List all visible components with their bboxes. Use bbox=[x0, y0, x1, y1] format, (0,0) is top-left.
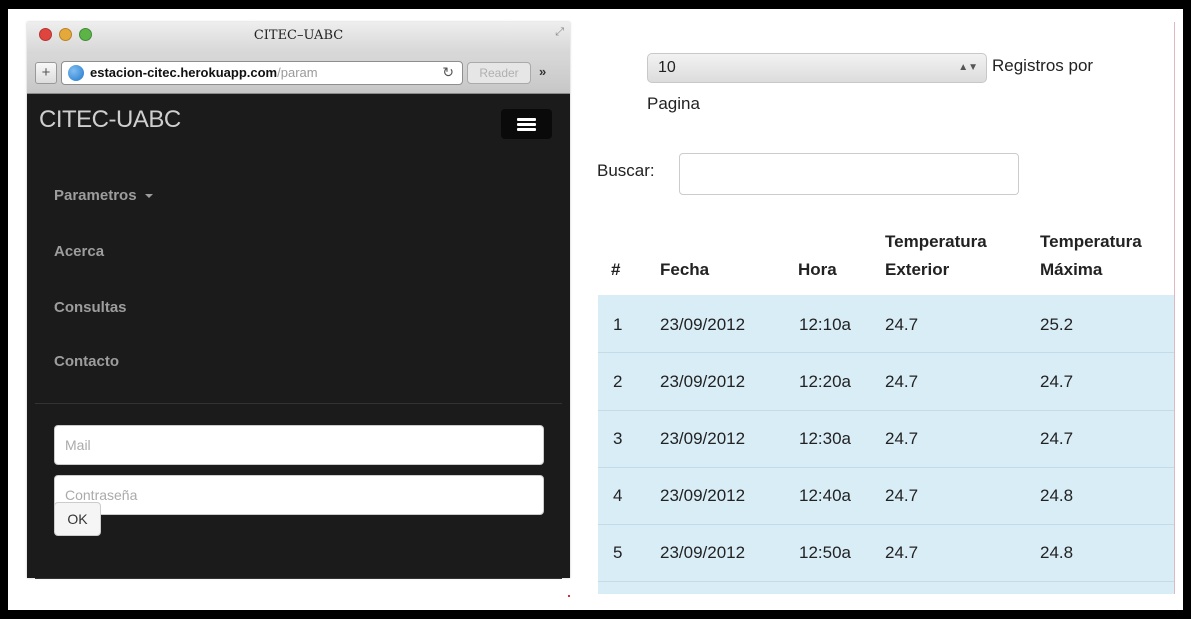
header-line: Exterior bbox=[885, 260, 950, 279]
nav-item-acerca[interactable]: Acerca bbox=[54, 243, 104, 260]
cell-temp-exterior: 24.7 bbox=[885, 543, 919, 562]
browser-toolbar: + estacion-citec.herokuapp.com/param ↻ R… bbox=[27, 54, 570, 94]
cell-temp-maxima: 24.8 bbox=[1040, 486, 1074, 505]
cell-hora: 12:10a bbox=[799, 315, 851, 334]
cell-hora: 12:50a bbox=[799, 543, 851, 562]
cell-fecha: 23/09/2012 bbox=[660, 429, 746, 448]
page-edge-line bbox=[1174, 22, 1175, 594]
updown-arrows-icon: ▲▼ bbox=[958, 62, 978, 73]
cell-temp-exterior: 24.7 bbox=[885, 372, 919, 391]
browser-window: CITEC–UABC ⤢ + estacion-citec.herokuapp.… bbox=[27, 22, 570, 579]
page-size-select[interactable]: 10 ▲▼ bbox=[647, 53, 987, 83]
cell-temp-maxima: 24.7 bbox=[1040, 372, 1074, 391]
cell-number: 5 bbox=[613, 543, 623, 562]
url-text: estacion-citec.herokuapp.com/param bbox=[90, 65, 318, 80]
cell-temp-exterior: 24.7 bbox=[885, 315, 919, 334]
add-bookmark-button[interactable]: + bbox=[35, 62, 57, 84]
nav-item-label: Parametros bbox=[54, 187, 137, 204]
search-input[interactable] bbox=[679, 153, 1019, 195]
cell-hora: 12:40a bbox=[799, 486, 851, 505]
column-header-hora[interactable]: Hora bbox=[798, 256, 837, 284]
cell-number: 2 bbox=[613, 372, 623, 391]
cell-number: 4 bbox=[613, 486, 623, 505]
row-divider bbox=[598, 467, 1174, 468]
site-navbar: CITEC-UABC Parametros Acerca Consultas C… bbox=[27, 94, 570, 579]
column-header-number[interactable]: # bbox=[611, 256, 620, 284]
cell-temp-exterior: 24.7 bbox=[885, 429, 919, 448]
title-bar: CITEC–UABC ⤢ bbox=[27, 22, 570, 54]
cell-fecha: 23/09/2012 bbox=[660, 543, 746, 562]
column-header-temp-exterior[interactable]: Temperatura Exterior bbox=[885, 228, 987, 284]
url-path: /param bbox=[277, 65, 318, 80]
cell-fecha: 23/09/2012 bbox=[660, 315, 746, 334]
cell-number: 1 bbox=[613, 315, 623, 334]
cell-temp-maxima: 24.8 bbox=[1040, 543, 1074, 562]
column-header-temp-maxima[interactable]: Temperatura Máxima bbox=[1040, 228, 1142, 284]
form-divider bbox=[35, 578, 562, 579]
header-line: Temperatura bbox=[1040, 232, 1142, 251]
column-header-fecha[interactable]: Fecha bbox=[660, 256, 709, 284]
url-host: estacion-citec.herokuapp.com bbox=[90, 65, 278, 80]
address-bar[interactable]: estacion-citec.herokuapp.com/param ↻ bbox=[61, 61, 463, 85]
cell-temp-maxima: 24.7 bbox=[1040, 429, 1074, 448]
ok-button[interactable]: OK bbox=[54, 502, 101, 536]
nav-item-consultas[interactable]: Consultas bbox=[54, 299, 127, 316]
row-divider bbox=[598, 524, 1174, 525]
more-chevron-icon[interactable]: » bbox=[539, 64, 546, 79]
page-size-value: 10 bbox=[658, 59, 676, 76]
cell-fecha: 23/09/2012 bbox=[660, 372, 746, 391]
cell-hora: 12:20a bbox=[799, 372, 851, 391]
dropdown-caret-icon bbox=[144, 194, 153, 199]
fullscreen-icon[interactable]: ⤢ bbox=[555, 26, 564, 39]
cell-temp-maxima: 25.2 bbox=[1040, 315, 1074, 334]
reload-icon[interactable]: ↻ bbox=[442, 64, 454, 81]
page-size-label-2: Pagina bbox=[647, 94, 700, 113]
nav-item-parametros[interactable]: Parametros bbox=[54, 187, 153, 204]
window-title: CITEC–UABC bbox=[253, 28, 344, 43]
reader-button[interactable]: Reader bbox=[467, 62, 531, 84]
header-line: Máxima bbox=[1040, 260, 1103, 279]
cell-number: 3 bbox=[613, 429, 623, 448]
cell-temp-exterior: 24.7 bbox=[885, 486, 919, 505]
brand-logo-text[interactable]: CITEC-UABC bbox=[39, 106, 181, 134]
cell-hora: 12:30a bbox=[799, 429, 851, 448]
row-divider bbox=[598, 352, 1174, 353]
cell-fecha: 23/09/2012 bbox=[660, 486, 746, 505]
page-size-label: Registros por bbox=[992, 56, 1094, 75]
nav-item-contacto[interactable]: Contacto bbox=[54, 353, 119, 370]
search-label: Buscar: bbox=[597, 161, 655, 180]
menu-toggle-button[interactable] bbox=[501, 109, 552, 139]
artifact-dot bbox=[568, 595, 570, 597]
mail-input[interactable] bbox=[54, 425, 544, 465]
row-divider bbox=[598, 410, 1174, 411]
header-line: Temperatura bbox=[885, 232, 987, 251]
globe-icon bbox=[68, 65, 84, 81]
nav-divider bbox=[35, 403, 562, 404]
row-divider bbox=[598, 581, 1174, 582]
password-input[interactable] bbox=[54, 475, 544, 515]
